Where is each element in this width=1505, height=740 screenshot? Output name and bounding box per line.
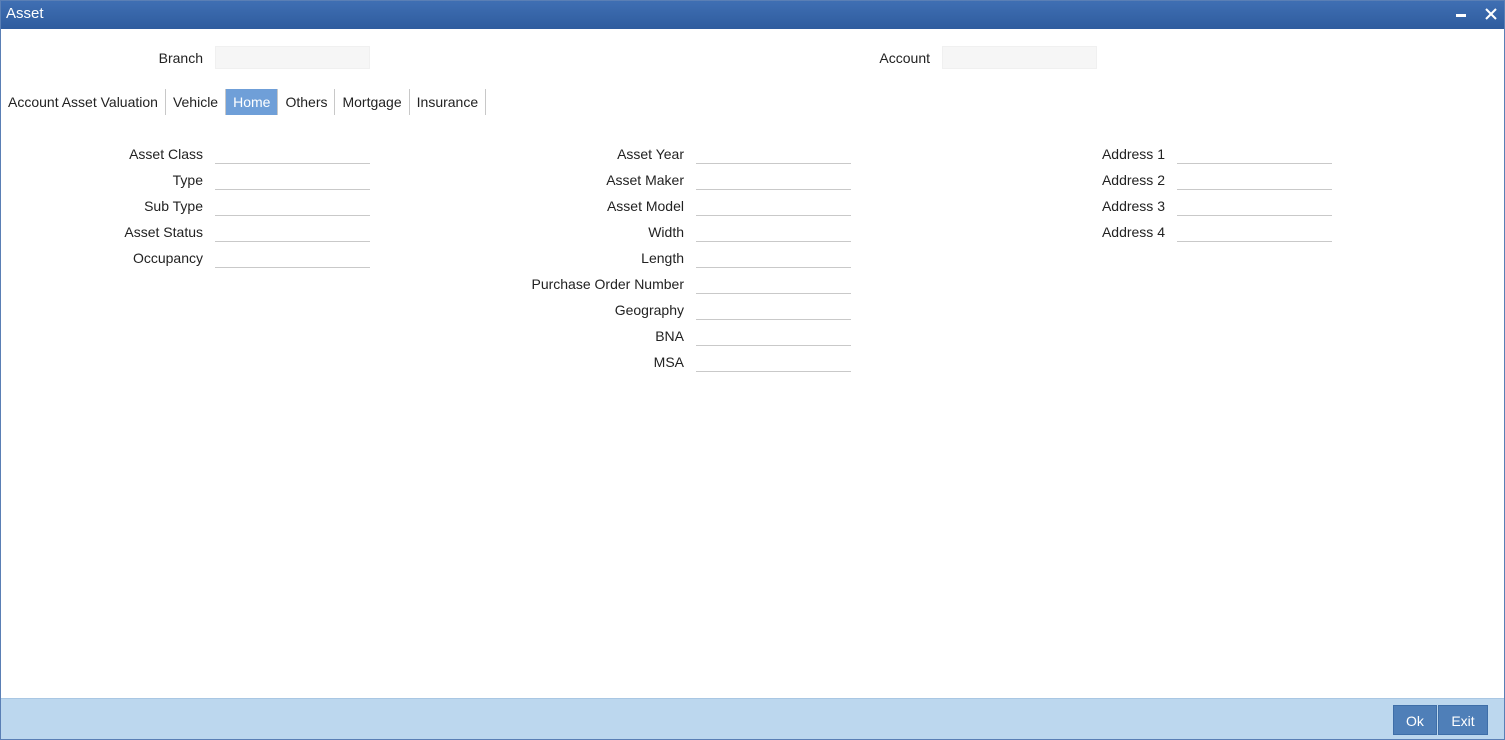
asset-maker-input[interactable] <box>696 168 851 190</box>
minimize-icon <box>1456 13 1466 17</box>
exit-button[interactable]: Exit <box>1438 705 1488 735</box>
address-3-label: Address 3 <box>1101 198 1165 214</box>
width-input[interactable] <box>696 220 851 242</box>
account-label: Account <box>879 50 930 66</box>
msa-input[interactable] <box>696 350 851 372</box>
asset-status-input[interactable] <box>215 220 370 242</box>
address-1-label: Address 1 <box>1101 146 1165 162</box>
occupancy-input[interactable] <box>215 246 370 268</box>
address-2-label: Address 2 <box>1101 172 1165 188</box>
address-4-label: Address 4 <box>1101 224 1165 240</box>
footer-bar: Ok Exit <box>1 698 1504 739</box>
bna-label: BNA <box>655 328 684 344</box>
tab-bar: Account Asset Valuation Vehicle Home Oth… <box>1 89 487 115</box>
address-4-input[interactable] <box>1177 220 1332 242</box>
asset-class-label: Asset Class <box>129 146 203 162</box>
branch-label: Branch <box>158 50 203 66</box>
account-input[interactable] <box>942 46 1097 69</box>
asset-model-input[interactable] <box>696 194 851 216</box>
purchase-order-number-input[interactable] <box>696 272 851 294</box>
ok-button[interactable]: Ok <box>1393 705 1437 735</box>
tab-others[interactable]: Others <box>278 89 336 115</box>
purchase-order-number-label: Purchase Order Number <box>531 276 684 292</box>
asset-maker-label: Asset Maker <box>606 172 684 188</box>
length-label: Length <box>641 250 684 266</box>
occupancy-label: Occupancy <box>132 250 203 266</box>
tab-vehicle[interactable]: Vehicle <box>166 89 227 115</box>
tab-account-asset-valuation[interactable]: Account Asset Valuation <box>1 89 166 115</box>
geography-label: Geography <box>614 302 684 318</box>
address-2-input[interactable] <box>1177 168 1332 190</box>
msa-label: MSA <box>653 354 684 370</box>
tab-home[interactable]: Home <box>226 89 279 115</box>
asset-class-input[interactable] <box>215 142 370 164</box>
asset-year-label: Asset Year <box>617 146 684 162</box>
sub-type-input[interactable] <box>215 194 370 216</box>
asset-year-input[interactable] <box>696 142 851 164</box>
asset-window: Asset Branch Account Account Asset Valua… <box>0 0 1505 740</box>
address-1-input[interactable] <box>1177 142 1332 164</box>
window-title: Asset <box>6 5 44 22</box>
width-label: Width <box>648 224 684 240</box>
asset-status-label: Asset Status <box>124 224 203 240</box>
type-label: Type <box>172 172 203 188</box>
sub-type-label: Sub Type <box>144 198 203 214</box>
close-button[interactable] <box>1482 5 1500 23</box>
type-input[interactable] <box>215 168 370 190</box>
close-icon <box>1485 8 1497 20</box>
minimize-button[interactable] <box>1452 5 1470 23</box>
tab-insurance[interactable]: Insurance <box>410 89 487 115</box>
address-3-input[interactable] <box>1177 194 1332 216</box>
length-input[interactable] <box>696 246 851 268</box>
bna-input[interactable] <box>696 324 851 346</box>
branch-input[interactable] <box>215 46 370 69</box>
title-bar: Asset <box>1 1 1504 29</box>
geography-input[interactable] <box>696 298 851 320</box>
asset-model-label: Asset Model <box>606 198 684 214</box>
tab-mortgage[interactable]: Mortgage <box>335 89 410 115</box>
